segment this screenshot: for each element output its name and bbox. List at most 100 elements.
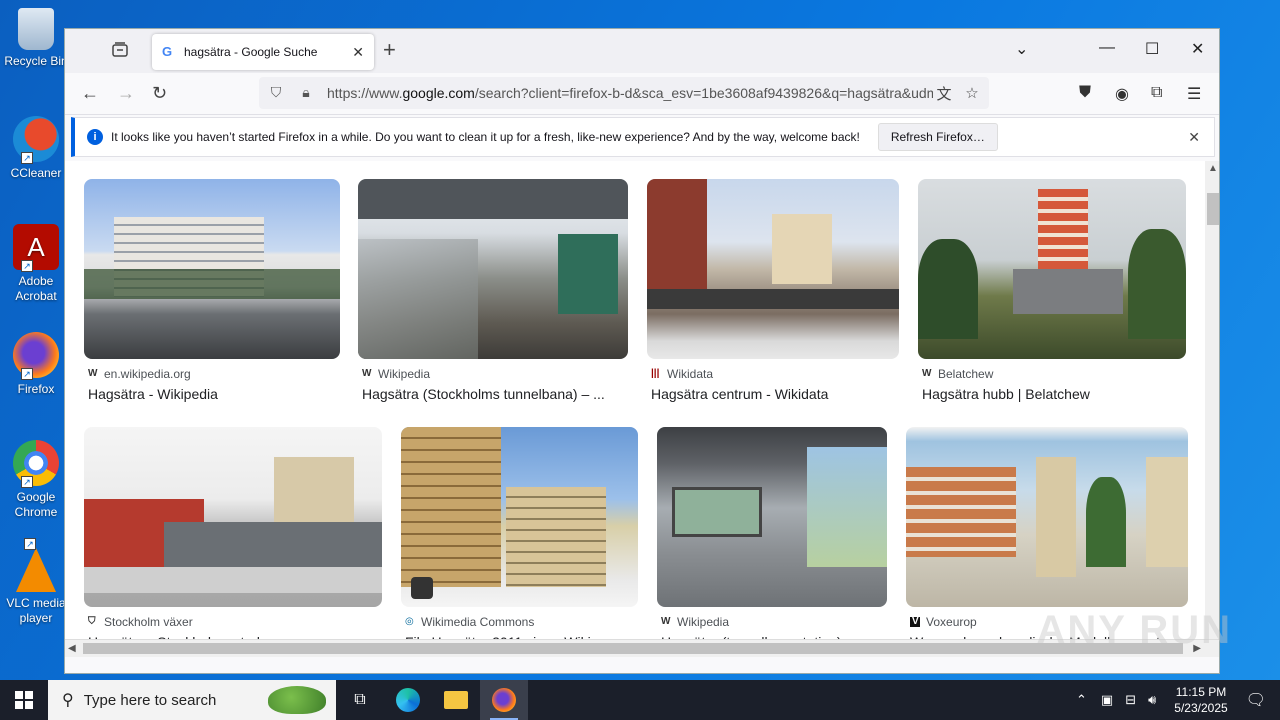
result-thumbnail[interactable] <box>401 427 638 607</box>
desktop-icon-label: Google Chrome <box>14 490 58 519</box>
account-icon[interactable]: ◉ <box>1115 84 1129 104</box>
image-result[interactable]: ◎Wikimedia Commons File:Hagsätra 2011c.j… <box>401 427 638 650</box>
volume-icon[interactable]: 🔊︎ <box>1148 692 1156 708</box>
taskbar-edge[interactable] <box>384 680 432 720</box>
translate-icon[interactable]: 文 <box>933 83 955 104</box>
minimize-button[interactable]: — <box>1099 39 1115 57</box>
search-placeholder: Type here to search <box>83 691 217 709</box>
result-thumbnail[interactable] <box>906 427 1188 607</box>
horizontal-scroll-thumb[interactable] <box>83 643 1183 654</box>
result-thumbnail[interactable] <box>84 427 382 607</box>
pocket-icon[interactable]: ⛊ <box>1079 84 1091 102</box>
source-favicon: V <box>910 616 920 627</box>
url-text[interactable]: https://www.google.com/search?client=fir… <box>327 85 933 101</box>
desktop-icon-firefox[interactable]: ↗ Firefox <box>4 332 68 397</box>
desktop-icon-acrobat[interactable]: A ↗ Adobe Acrobat <box>4 224 68 304</box>
image-result[interactable]: ⛉Stockholm växer Hagsätra - Stockholms s… <box>84 427 382 650</box>
firefox-icon <box>492 688 516 712</box>
image-result[interactable]: ||| Wikidata Hagsätra centrum - Wikidata <box>647 179 899 402</box>
anyrun-watermark: ANY RUN <box>1036 608 1232 652</box>
result-thumbnail[interactable] <box>358 179 628 359</box>
desktop-icon-vlc[interactable]: ↗ VLC media player <box>4 538 68 626</box>
taskbar-firefox[interactable] <box>480 680 528 720</box>
vertical-scrollbar[interactable]: ▲ <box>1205 161 1219 657</box>
source-favicon: W <box>88 368 98 379</box>
desktop-icon-ccleaner[interactable]: ↗ CCleaner <box>4 116 68 181</box>
vlc-icon: ↗ <box>16 538 56 592</box>
reload-button[interactable]: ↻ <box>152 83 167 103</box>
task-view-button[interactable]: ⧉ <box>336 680 384 720</box>
show-hidden-icons-chevron-icon[interactable]: ⌃ <box>1076 692 1087 708</box>
desktop-icon-label: CCleaner <box>10 166 62 180</box>
result-thumbnail[interactable] <box>657 427 887 607</box>
new-tab-button[interactable]: + <box>383 39 396 61</box>
result-thumbnail[interactable] <box>918 179 1186 359</box>
refresh-firefox-button[interactable]: Refresh Firefox… <box>877 123 998 151</box>
clock-time: 11:15 PM <box>1175 685 1227 699</box>
tracking-protection-shield-icon[interactable]: ⛉ <box>267 84 285 102</box>
info-icon: i <box>87 129 103 145</box>
recycle-bin-icon <box>18 8 54 50</box>
result-thumbnail[interactable] <box>647 179 899 359</box>
desktop-icon-chrome[interactable]: ↗ Google Chrome <box>4 440 68 520</box>
extensions-icon[interactable]: ⧉ <box>1151 84 1162 102</box>
search-icon: ⚲ <box>62 692 74 709</box>
notifications-icon[interactable]: 🗨︎ <box>1246 690 1266 710</box>
result-title[interactable]: Hagsätra hubb | Belatchew <box>918 386 1186 402</box>
result-source: en.wikipedia.org <box>104 367 191 381</box>
taskbar-file-explorer[interactable] <box>432 680 480 720</box>
scroll-left-icon[interactable]: ◀ <box>68 643 76 654</box>
desktop-icon-label: VLC media player <box>6 596 66 625</box>
url-bar[interactable]: ⛉ 🔒︎ https://www.google.com/search?clien… <box>259 77 989 109</box>
windows-logo-icon <box>15 691 33 709</box>
result-source: Stockholm växer <box>104 615 193 629</box>
result-thumbnail[interactable] <box>84 179 340 359</box>
source-favicon: W <box>661 616 671 627</box>
result-source: Wikipedia <box>378 367 431 381</box>
clock[interactable]: 11:15 PM 5/23/2025 <box>1174 684 1227 716</box>
ccleaner-icon: ↗ <box>13 116 59 164</box>
search-highlight-turtle-icon <box>268 686 326 714</box>
firefox-view-button[interactable] <box>111 41 131 61</box>
navigation-toolbar: ← → ↻ ⛉ 🔒︎ https://www.google.com/search… <box>65 73 1219 115</box>
folder-icon <box>444 691 468 709</box>
bookmark-star-icon[interactable]: ☆ <box>961 84 983 102</box>
tab-google-search[interactable]: G hagsätra - Google Suche ✕ <box>152 34 374 70</box>
close-window-button[interactable]: ✕ <box>1191 39 1204 59</box>
clock-date: 5/23/2025 <box>1174 701 1228 715</box>
result-source: Wikipedia <box>677 615 730 629</box>
notification-message: It looks like you haven’t started Firefo… <box>111 130 860 144</box>
network-icon[interactable]: ⊟ <box>1125 692 1136 708</box>
tab-title: hagsätra - Google Suche <box>184 45 318 59</box>
lock-icon[interactable]: 🔒︎ <box>297 84 315 102</box>
menu-hamburger-icon[interactable]: ☰ <box>1187 84 1201 104</box>
acrobat-icon: A ↗ <box>13 224 59 272</box>
result-source: Belatchew <box>938 367 994 381</box>
result-title[interactable]: Hagsätra centrum - Wikidata <box>647 386 899 402</box>
forward-button[interactable]: → <box>117 83 135 103</box>
result-source: Voxeurop <box>926 615 977 629</box>
source-favicon: ◎ <box>405 616 414 627</box>
firefox-view-icon <box>112 42 128 57</box>
start-button[interactable] <box>0 680 48 720</box>
firefox-icon: ↗ <box>13 332 59 380</box>
close-notification-icon[interactable]: ✕ <box>1188 129 1200 146</box>
close-tab-icon[interactable]: ✕ <box>352 44 364 61</box>
scroll-up-icon[interactable]: ▲ <box>1208 163 1218 174</box>
desktop-icon-label: Adobe Acrobat <box>15 274 57 303</box>
image-result[interactable]: Wen.wikipedia.org Hagsätra - Wikipedia <box>84 179 340 402</box>
vertical-scroll-thumb[interactable] <box>1207 193 1219 225</box>
result-title[interactable]: Hagsätra - Wikipedia <box>84 386 340 402</box>
taskbar: ⚲ Type here to search ⧉ ⌃ ▣ ⊟ 🔊︎ 11:15 P… <box>0 680 1280 720</box>
list-all-tabs-chevron-icon[interactable]: ⌄ <box>1015 39 1028 59</box>
source-favicon: W <box>362 368 372 379</box>
desktop-icon-recycle-bin[interactable]: Recycle Bin <box>4 8 68 69</box>
image-result[interactable]: W Belatchew Hagsätra hubb | Belatchew <box>918 179 1186 402</box>
back-button[interactable]: ← <box>81 83 99 103</box>
taskbar-search-box[interactable]: ⚲ Type here to search <box>48 680 336 720</box>
result-title[interactable]: Hagsätra (Stockholms tunnelbana) – ... <box>358 386 628 402</box>
maximize-button[interactable]: ☐ <box>1145 39 1159 59</box>
image-result[interactable]: WWikipedia Hagsätra (tunnelbanestation) … <box>657 427 887 650</box>
image-result[interactable]: W Wikipedia Hagsätra (Stockholms tunnelba… <box>358 179 628 402</box>
device-icon[interactable]: ▣ <box>1101 692 1113 708</box>
